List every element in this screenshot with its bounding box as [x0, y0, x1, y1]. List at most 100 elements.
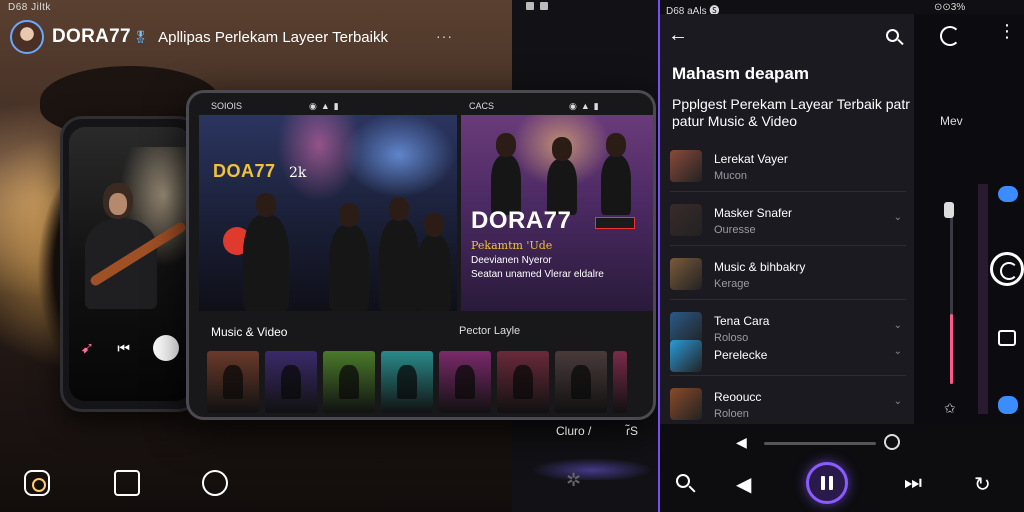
card-title: DORA77	[471, 207, 572, 234]
video-thumbnail[interactable]	[381, 351, 433, 413]
item-subtitle: Mucon	[714, 170, 748, 182]
mini-player: ◀ ◀ ⏭ ↻	[660, 424, 1024, 512]
list-item[interactable]: Perelecke ⌄	[670, 338, 906, 376]
video-thumbnail[interactable]	[497, 351, 549, 413]
app-main-panel: ← Mahasm deapam Ppplgest Perekam Layear …	[660, 14, 914, 424]
cloud-icon[interactable]	[998, 186, 1018, 202]
verified-badge-icon: 🎖	[132, 30, 149, 44]
list-item[interactable]: Tena Cara Roloso ⌄	[670, 300, 906, 344]
chevron-down-icon[interactable]: ⌄	[894, 396, 902, 407]
card-badge	[595, 217, 635, 229]
video-thumbnail-row	[207, 351, 627, 413]
item-title: Music & bihbakry	[714, 260, 806, 274]
swap-icon[interactable]	[202, 470, 228, 496]
phone-portrait-screen: ➹ ⏮	[69, 127, 191, 401]
card-line: Seatan unamed Vlerar eldalre	[471, 269, 604, 280]
chevron-down-icon[interactable]: ⌄	[894, 346, 902, 357]
refresh-icon[interactable]	[940, 26, 960, 46]
promo-card[interactable]: DORA77 Pekamtm 'Ude Deevianen Nyeror Sea…	[461, 115, 653, 311]
mockup-status-icons: ◉▲▮	[309, 101, 343, 111]
pause-button[interactable]	[806, 462, 848, 504]
item-title: Lerekat Vayer	[714, 152, 788, 166]
brand-name: DORA77	[52, 26, 131, 47]
search-icon[interactable]	[880, 24, 908, 52]
video-thumbnail[interactable]	[207, 351, 259, 413]
item-thumbnail	[670, 258, 702, 290]
promo-background: D68 Jiltk DORA77 🎖 Apllipas Perlekam Lay…	[0, 0, 658, 512]
section-title-secondary: Pector Layle	[459, 325, 521, 337]
chat-icon[interactable]	[998, 396, 1018, 414]
list-item[interactable]: Music & bihbakry Kerage	[670, 246, 906, 300]
camera-icon[interactable]	[24, 470, 50, 496]
mockup-status: SOIOIS	[211, 101, 243, 111]
video-thumbnail[interactable]	[613, 351, 627, 413]
skip-back-icon[interactable]: ⏮	[117, 340, 130, 357]
mockup-status-icons: ◉▲▮	[569, 101, 603, 111]
partial-text: Cluro /	[556, 424, 592, 438]
item-subtitle: Ouresse	[714, 224, 756, 236]
timer-icon[interactable]	[884, 434, 900, 450]
status-icon	[540, 2, 548, 10]
playback-progress-bar[interactable]	[764, 442, 876, 445]
item-title: Reooucc	[714, 390, 762, 404]
banner-title: DOA77	[213, 161, 276, 181]
video-thumbnail[interactable]	[555, 351, 607, 413]
volume-slider-fill	[950, 314, 953, 384]
chevron-down-icon[interactable]: ⌄	[894, 212, 902, 223]
side-label: Mev	[940, 114, 963, 128]
list-item[interactable]: Reooucc Roloen ⌄	[670, 376, 906, 430]
video-thumbnail[interactable]	[323, 351, 375, 413]
more-vertical-icon[interactable]: ⋮	[998, 22, 1016, 40]
promo-bottom-toolbar	[0, 456, 512, 512]
item-title: Tena Cara	[714, 314, 770, 328]
card-line: Deevianen Nyeror	[471, 255, 552, 266]
brand-tagline: Apllipas Perlekam Layeer Terbaikk	[158, 28, 388, 46]
previous-icon[interactable]: ◀	[736, 472, 751, 497]
mockup-status: CACS	[469, 101, 495, 111]
music-app-screen: D68 aAls 🅢 ⊙⊙3% ← Mahasm deapam Ppplgest…	[658, 0, 1024, 512]
item-subtitle: Kerage	[714, 278, 750, 290]
page-title: Mahasm deapam	[672, 64, 809, 83]
share-icon[interactable]	[998, 330, 1016, 346]
feature-list: Lerekat Vayer Mucon Masker Snafer Ouress…	[670, 138, 906, 430]
list-item[interactable]: Masker Snafer Ouresse ⌄	[670, 192, 906, 246]
record-button[interactable]	[153, 335, 180, 361]
item-thumbnail	[670, 204, 702, 236]
list-item[interactable]: Lerekat Vayer Mucon	[670, 138, 906, 192]
brand-avatar[interactable]	[10, 20, 44, 54]
partial-text: ɾ̃S	[626, 424, 638, 438]
pin-icon[interactable]: ✩	[944, 400, 956, 417]
banner-subtitle: 2k	[289, 165, 307, 181]
concert-banner[interactable]: DOA77 2k	[199, 115, 457, 311]
item-title: Perelecke	[714, 348, 768, 362]
next-icon[interactable]: ⏭	[904, 472, 922, 495]
status-icon	[526, 2, 534, 10]
guitarist-image	[83, 179, 188, 309]
item-title: Masker Snafer	[714, 206, 793, 220]
item-subtitle: Roloen	[714, 408, 749, 420]
volume-slider-handle[interactable]	[944, 202, 954, 218]
more-options-icon[interactable]: ···	[436, 28, 453, 44]
back-icon[interactable]: ➹	[81, 338, 94, 358]
status-bar-left: D68 Jiltk	[8, 2, 51, 13]
chevron-down-icon[interactable]: ⌄	[894, 320, 902, 331]
back-arrow-icon[interactable]: ←	[668, 24, 688, 47]
settings-icon[interactable]: ✲	[566, 470, 581, 491]
card-line: Pekamtm 'Ude	[471, 239, 553, 252]
video-thumbnail[interactable]	[265, 351, 317, 413]
app-side-panel: ⋮ Mev ✩	[914, 14, 1024, 424]
item-thumbnail	[670, 340, 702, 372]
item-thumbnail	[670, 388, 702, 420]
section-title-music-video: Music & Video	[211, 325, 288, 339]
screen-record-icon[interactable]	[114, 470, 140, 496]
item-thumbnail	[670, 150, 702, 182]
phone-landscape-mockup: SOIOIS ◉▲▮ CACS ◉▲▮ DOA77 2k DORA77 Peka…	[186, 90, 656, 420]
repeat-icon[interactable]: ↻	[974, 472, 991, 497]
search-icon[interactable]	[676, 474, 698, 496]
rewind-icon[interactable]: ◀	[736, 434, 747, 451]
recording-controls: ➹ ⏮	[69, 335, 191, 361]
page-subtitle: Ppplgest Perekam Layear Terbaik patr pat…	[672, 96, 910, 129]
side-preview-strip	[978, 184, 988, 414]
record-toggle-icon[interactable]	[990, 252, 1024, 286]
video-thumbnail[interactable]	[439, 351, 491, 413]
